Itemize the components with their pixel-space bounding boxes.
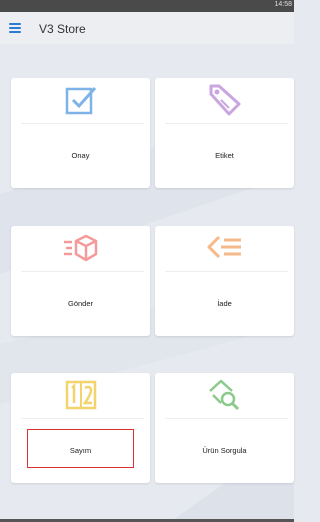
tile-divider [21,418,144,419]
tile-divider [165,123,288,124]
send-box-icon [11,226,150,270]
tile-label: İade [217,299,232,308]
status-time: 14:58 [274,1,292,8]
tile-label: Onay [71,151,90,160]
count-numbers-icon [11,373,150,417]
tile-divider [165,418,288,419]
tile-iade[interactable]: İade [155,226,294,336]
tile-divider [21,123,144,124]
tile-label: Etiket [215,151,234,160]
tile-urun-sorgula[interactable]: Ürün Sorgula [155,373,294,483]
product-search-icon [155,373,294,417]
tile-onay[interactable]: Onay [11,78,150,188]
checkbox-check-icon [11,78,150,122]
app-bar: V3 Store [0,12,294,44]
tile-etiket[interactable]: Etiket [155,78,294,188]
tile-divider [21,271,144,272]
tile-gonder[interactable]: Gönder [11,226,150,336]
tile-label: Gönder [67,299,94,308]
tag-icon [155,78,294,122]
hamburger-menu-icon[interactable] [9,23,21,33]
tile-label: Ürün Sorgula [202,446,247,455]
tile-label: Sayım [69,446,92,455]
tile-sayim[interactable]: Sayım [11,373,150,483]
app-title: V3 Store [39,22,86,36]
status-bar: 14:58 [0,0,294,12]
tile-divider [165,271,288,272]
return-arrow-icon [155,226,294,270]
